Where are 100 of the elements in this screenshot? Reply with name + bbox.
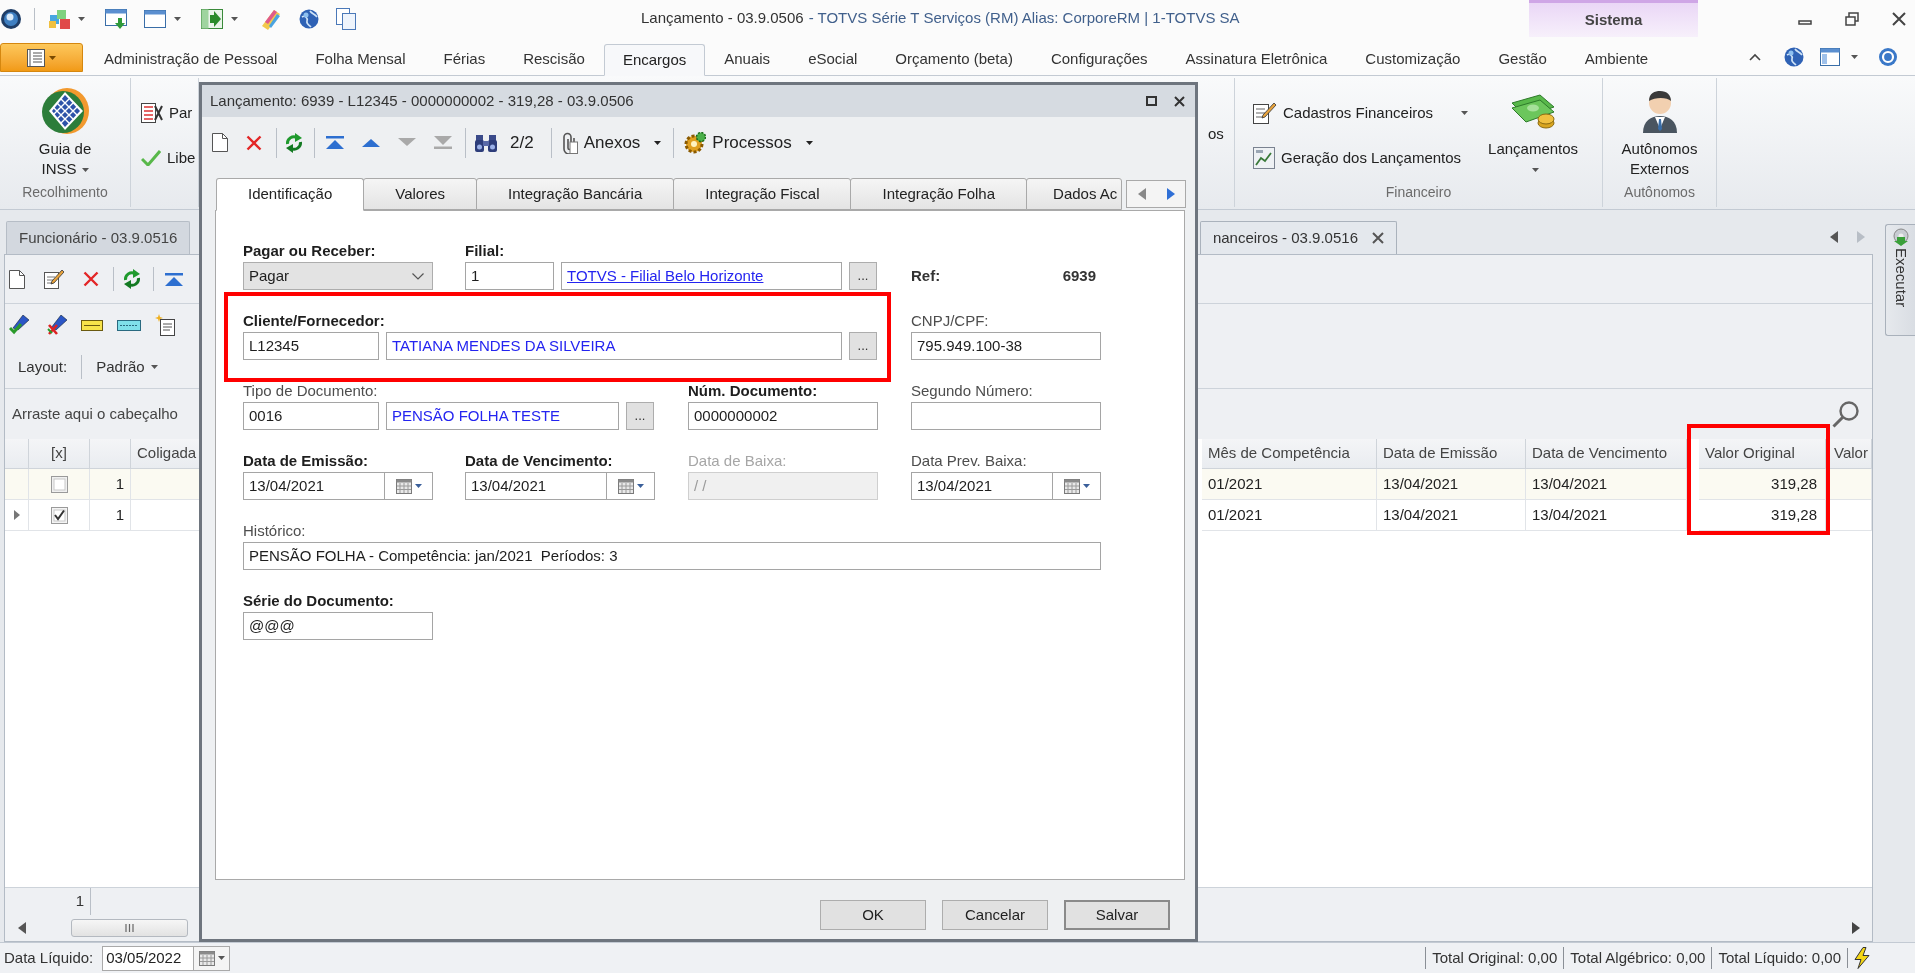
date-field[interactable]: 13/04/2021 <box>465 472 655 500</box>
tab[interactable]: Integração Folha <box>850 178 1028 210</box>
browse-button[interactable]: ... <box>849 332 877 360</box>
browse-button[interactable]: ... <box>849 262 877 290</box>
text-field[interactable] <box>911 402 1101 430</box>
tab[interactable]: Integração Fiscal <box>673 178 852 210</box>
select-field[interactable]: Pagar <box>243 262 433 290</box>
paperclip-icon <box>561 131 578 154</box>
ribbon-tab[interactable]: Rescisão <box>504 44 604 75</box>
window-layout-icon[interactable] <box>1820 47 1840 66</box>
text-field[interactable]: PENSÃO FOLHA - Competência: jan/2021 Períodos: 3 <box>243 542 1101 570</box>
globe-icon[interactable] <box>1784 46 1804 67</box>
ribbon-button[interactable]: Par <box>141 100 196 126</box>
new-document-icon[interactable] <box>212 133 228 152</box>
scroll-right-icon[interactable] <box>1166 188 1175 200</box>
globe-icon[interactable] <box>299 8 319 29</box>
card-icon[interactable] <box>117 319 141 331</box>
scroll-left-icon[interactable] <box>18 922 26 934</box>
window-icon[interactable] <box>144 9 166 28</box>
binoculars-icon[interactable] <box>475 133 497 152</box>
close-icon[interactable] <box>1892 11 1906 26</box>
color-strips-icon[interactable] <box>260 7 282 30</box>
application-menu-button[interactable] <box>0 43 83 72</box>
restore-icon[interactable] <box>1845 11 1859 26</box>
refresh-icon[interactable] <box>285 132 303 153</box>
delete-icon[interactable] <box>246 134 262 151</box>
ribbon-button[interactable]: Libe <box>141 145 196 171</box>
search-icon[interactable] <box>1832 400 1860 428</box>
close-icon[interactable] <box>1372 232 1384 244</box>
ribbon-tab[interactable]: eSocial <box>789 44 877 75</box>
ribbon-button[interactable]: Geração dos Lançamentos <box>1253 145 1469 171</box>
description-field[interactable]: TATIANA MENDES DA SILVEIRA <box>386 332 842 360</box>
tab[interactable]: Identificação <box>216 178 365 211</box>
date-field[interactable]: 03/05/2022 <box>102 945 195 971</box>
ribbon-tab[interactable]: Configurações <box>1031 44 1167 75</box>
first-record-icon[interactable] <box>326 136 344 149</box>
sparkle-document-icon[interactable] <box>155 314 175 336</box>
dropdown-button[interactable]: Processos <box>684 129 813 156</box>
ribbon-tab[interactable]: Gestão <box>1479 44 1566 75</box>
previous-record-icon[interactable] <box>362 136 380 149</box>
edit-document-icon[interactable] <box>44 269 64 289</box>
maximize-icon[interactable] <box>1146 96 1157 106</box>
document-tab[interactable]: Funcionário - 03.9.0516 <box>6 221 191 254</box>
ring-icon[interactable] <box>1879 47 1897 66</box>
tab[interactable]: Dados Ac <box>1026 178 1123 210</box>
tab[interactable]: Valores <box>363 178 477 210</box>
cubes-icon[interactable] <box>49 8 71 29</box>
ribbon-tab[interactable]: Customização <box>1346 44 1480 75</box>
ribbon-button[interactable]: Lançamentos <box>1480 78 1587 179</box>
text-field[interactable]: @@@ <box>243 612 433 640</box>
description-field[interactable]: PENSÃO FOLHA TESTE <box>386 402 619 430</box>
refresh-icon[interactable] <box>123 269 141 289</box>
row-indicator-cell[interactable] <box>5 469 29 500</box>
side-tab[interactable]: Executar <box>1885 224 1915 336</box>
dialog-button[interactable]: Cancelar <box>942 900 1048 930</box>
tab[interactable]: Integração Bancária <box>476 178 675 210</box>
delete-icon[interactable] <box>83 271 99 287</box>
browse-button[interactable]: ... <box>626 402 654 430</box>
ribbon-tab[interactable]: Ambiente <box>1565 44 1668 75</box>
first-record-icon[interactable] <box>165 272 183 286</box>
ribbon-tab[interactable]: Assinatura Eletrônica <box>1166 44 1347 75</box>
card-icon[interactable] <box>81 319 103 331</box>
text-field[interactable]: 0000000002 <box>688 402 878 430</box>
ribbon-tab[interactable]: Encargos <box>603 44 706 76</box>
layout-dropdown[interactable]: Padrão <box>96 355 158 379</box>
scroll-left-icon[interactable] <box>1830 231 1838 243</box>
ribbon-tab[interactable]: Administração de Pessoal <box>85 44 297 75</box>
ribbon-tab[interactable]: Anuais <box>705 44 790 75</box>
code-field[interactable]: 1 <box>465 262 554 290</box>
description-field[interactable]: TOTVS - Filial Belo Horizonte <box>561 262 842 290</box>
dialog-button[interactable]: OK <box>820 900 926 930</box>
ribbon-tab[interactable]: Orçamento (beta) <box>876 44 1032 75</box>
new-document-icon[interactable] <box>9 269 25 289</box>
document-tab[interactable]: nanceiros - 03.9.0516 <box>1199 221 1397 254</box>
ribbon-button[interactable]: Autônomos Externos <box>1605 78 1714 179</box>
checkbox[interactable] <box>50 475 68 493</box>
ribbon-button[interactable]: Cadastros Financeiros <box>1253 100 1469 126</box>
scroll-right-icon[interactable] <box>1852 922 1860 934</box>
pen-check-icon[interactable] <box>9 315 29 335</box>
window-download-icon[interactable] <box>105 8 127 29</box>
date-field[interactable]: 13/04/2021 <box>243 472 433 500</box>
date-field[interactable]: 13/04/2021 <box>911 472 1101 500</box>
dropdown-button[interactable]: Anexos <box>561 129 662 156</box>
code-field[interactable]: 0016 <box>243 402 379 430</box>
row-indicator-cell[interactable] <box>5 500 29 531</box>
ribbon-tab[interactable]: Folha Mensal <box>296 44 425 75</box>
pen-cross-icon[interactable] <box>47 315 67 335</box>
app-orb-icon[interactable] <box>1 8 21 29</box>
scroll-left-icon[interactable] <box>1137 188 1146 200</box>
ribbon-tab[interactable]: Férias <box>424 44 505 75</box>
text-field[interactable]: 795.949.100-38 <box>911 332 1101 360</box>
chevron-up-icon[interactable] <box>1749 52 1761 61</box>
calendar-button[interactable] <box>194 945 231 971</box>
dialog-button[interactable]: Salvar <box>1064 900 1170 930</box>
close-icon[interactable] <box>1174 95 1185 107</box>
ribbon-button[interactable]: Guia de INSS <box>23 78 107 179</box>
scrollbar-thumb[interactable] <box>71 919 188 937</box>
copy-icon[interactable] <box>336 7 356 30</box>
code-field[interactable]: L12345 <box>243 332 379 360</box>
checkbox[interactable] <box>50 506 68 524</box>
